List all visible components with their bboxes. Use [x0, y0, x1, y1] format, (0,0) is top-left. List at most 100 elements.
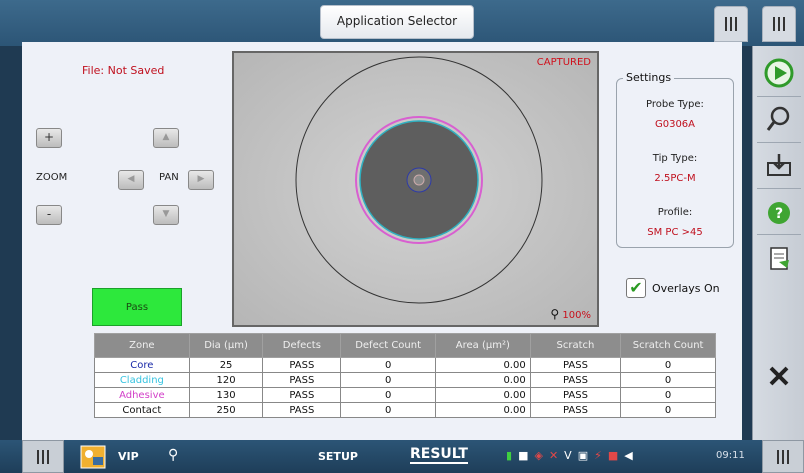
right-toolbar: ?	[752, 46, 804, 440]
table-cell-scratch-count: 0	[620, 387, 716, 403]
bottom-panel-grip-left[interactable]	[22, 440, 64, 473]
probe-type-value: G0306A	[654, 119, 696, 130]
table-cell-scratch: PASS	[529, 372, 622, 388]
profile-value: SM PC >45	[647, 227, 703, 238]
top-panel-grip-right[interactable]	[762, 6, 796, 42]
grip-icon	[777, 449, 789, 464]
search-icon[interactable]: ⚲	[168, 447, 178, 463]
column-header: Dia (µm)	[188, 333, 264, 358]
fiber-endface-image	[234, 53, 597, 325]
grip-icon	[773, 17, 785, 31]
table-cell-scratch: PASS	[529, 402, 622, 418]
bottom-panel-grip-right[interactable]	[762, 440, 804, 473]
table-cell-defect-count: 0	[340, 372, 436, 388]
table-cell-scratch: PASS	[529, 357, 622, 373]
zoom-in-button[interactable]: +	[36, 128, 62, 148]
table-row: Core 25 PASS 0 0.00 PASS 0	[94, 357, 716, 373]
pan-down-button[interactable]: ▼	[153, 205, 179, 225]
table-cell-area: 0.00	[434, 387, 531, 403]
pass-fail-badge: Pass	[92, 288, 182, 326]
table-cell-dia: 25	[188, 357, 264, 373]
table-cell-scratch: PASS	[529, 387, 622, 403]
main-panel: File: Not Saved + ZOOM - ▲ ◀ PAN ▶ ▼ Pas…	[22, 42, 742, 440]
overlays-label: Overlays On	[652, 281, 720, 295]
tip-type-value: 2.5PC-M	[654, 173, 696, 184]
probe-type-label: Probe Type:	[646, 99, 704, 110]
table-cell-defects: PASS	[262, 357, 342, 373]
network-icon: ■	[518, 449, 529, 462]
arrow-left-icon: ◀	[127, 174, 135, 184]
fiber-image-viewer[interactable]: CAPTURED ⚲ 100%	[232, 51, 599, 327]
wifi-icon: ◈	[534, 449, 543, 462]
tip-type-label: Tip Type:	[652, 153, 698, 164]
overlays-toggle[interactable]: ✔ Overlays On	[626, 278, 720, 298]
capture-status: CAPTURED	[536, 57, 591, 68]
application-selector-tab[interactable]: Application Selector	[320, 5, 474, 39]
start-test-button[interactable]	[762, 56, 796, 90]
setup-tab[interactable]: SETUP	[318, 450, 358, 463]
bottom-bar: VIP ⚲ SETUP RESULT ▮ ■ ◈ ✕ V ▣ ⚡ ■ ◀ 09:…	[0, 440, 804, 473]
arrow-up-icon: ▲	[162, 132, 170, 142]
table-cell-area: 0.00	[434, 372, 531, 388]
column-header: Scratch Count	[620, 333, 716, 358]
close-button[interactable]	[762, 359, 796, 393]
zoom-level: 100%	[562, 310, 591, 321]
svg-text:?: ?	[775, 206, 783, 222]
settings-title: Settings	[623, 71, 675, 84]
settings-group: Settings Probe Type: G0306A Tip Type: 2.…	[616, 71, 734, 248]
magnifier-icon: ⚲	[550, 307, 560, 321]
help-button[interactable]: ?	[762, 196, 796, 230]
pan-left-button[interactable]: ◀	[118, 170, 144, 190]
battery-icon: ▮	[506, 449, 513, 462]
vnc-icon: V	[564, 449, 572, 462]
table-cell-dia: 130	[188, 387, 264, 403]
zoom-label: ZOOM	[36, 172, 68, 183]
table-row: Adhesive 130 PASS 0 0.00 PASS 0	[94, 387, 716, 403]
overlays-checkbox[interactable]: ✔	[626, 278, 646, 298]
table-row: Cladding 120 PASS 0 0.00 PASS 0	[94, 372, 716, 388]
table-cell-scratch-count: 0	[620, 357, 716, 373]
column-header: Scratch	[529, 333, 622, 358]
top-bar: Application Selector	[0, 0, 804, 46]
save-button[interactable]	[762, 148, 796, 182]
arrow-right-icon: ▶	[197, 174, 205, 184]
results-table: Zone Dia (µm) Defects Defect Count Area …	[94, 333, 716, 418]
zoom-out-button[interactable]: -	[36, 205, 62, 225]
inspect-button[interactable]	[762, 102, 796, 136]
screen-icon: ▣	[577, 449, 589, 462]
grip-icon	[725, 17, 737, 31]
table-cell-defects: PASS	[262, 387, 342, 403]
table-cell-area: 0.00	[434, 402, 531, 418]
table-cell-scratch-count: 0	[620, 402, 716, 418]
status-tray: ▮ ■ ◈ ✕ V ▣ ⚡ ■ ◀	[506, 449, 633, 462]
bluetooth-icon: ✕	[548, 449, 559, 462]
zoom-indicator: ⚲ 100%	[550, 307, 591, 321]
vip-icon[interactable]	[80, 445, 106, 469]
column-header: Area (µm²)	[434, 333, 531, 358]
report-button[interactable]	[762, 242, 796, 276]
grip-icon	[37, 449, 49, 464]
clock: 09:11	[716, 450, 745, 461]
table-cell-defects: PASS	[262, 402, 342, 418]
help-icon: ?	[768, 202, 790, 224]
top-panel-grip-left[interactable]	[714, 6, 748, 42]
table-cell-defect-count: 0	[340, 402, 436, 418]
column-header: Defect Count	[340, 333, 436, 358]
table-cell-zone: Adhesive	[94, 387, 190, 403]
pan-label: PAN	[159, 172, 179, 183]
pan-right-button[interactable]: ▶	[188, 170, 214, 190]
table-header-row: Zone Dia (µm) Defects Defect Count Area …	[94, 333, 716, 358]
table-cell-dia: 250	[188, 402, 264, 418]
play-icon	[764, 58, 794, 88]
alert-icon: ■	[607, 449, 619, 462]
speaker-icon: ◀	[624, 449, 633, 462]
vip-label[interactable]: VIP	[118, 450, 139, 463]
column-header: Zone	[94, 333, 190, 358]
magnifier-icon	[766, 106, 790, 131]
result-tab[interactable]: RESULT	[410, 446, 468, 464]
arrow-down-icon: ▼	[162, 209, 170, 219]
table-cell-defects: PASS	[262, 372, 342, 388]
table-cell-zone: Contact	[94, 402, 190, 418]
pan-up-button[interactable]: ▲	[153, 128, 179, 148]
save-tray-icon	[767, 154, 791, 176]
